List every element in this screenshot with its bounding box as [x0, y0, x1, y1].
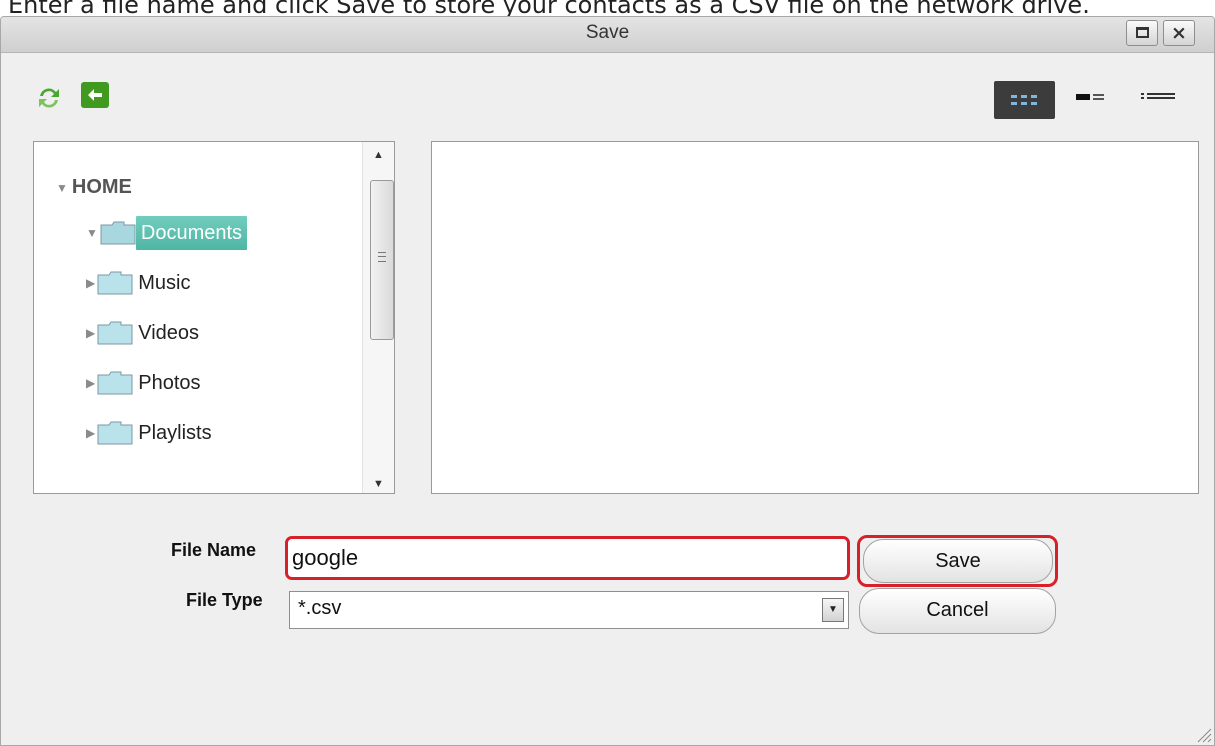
tree-item-label: Documents: [135, 216, 248, 250]
scroll-thumb[interactable]: [370, 180, 394, 340]
expanded-triangle-icon[interactable]: ▼: [56, 181, 68, 195]
file-name-label: File Name: [171, 540, 257, 560]
folder-icon: [97, 321, 133, 345]
save-button[interactable]: Save: [863, 539, 1053, 583]
back-arrow-icon[interactable]: [81, 82, 109, 108]
tree-item-music[interactable]: ▶ Music: [86, 266, 195, 302]
scroll-up-arrow-icon[interactable]: ▲: [363, 146, 394, 164]
collapsed-triangle-icon[interactable]: ▶: [86, 376, 95, 390]
save-dialog: Save × ▼ HOME ▼ Documents ▶ Music ▶ Vide…: [0, 16, 1215, 746]
resize-grip-icon[interactable]: [1194, 725, 1212, 743]
tree-root-label: HOME: [71, 176, 132, 199]
dropdown-arrow-icon[interactable]: ▼: [822, 598, 844, 622]
tree-item-documents[interactable]: ▼ Documents: [86, 216, 248, 252]
tree-item-label: Photos: [138, 372, 201, 394]
file-list-panel[interactable]: [431, 141, 1199, 494]
cancel-button[interactable]: Cancel: [859, 588, 1056, 634]
grid-view-icon[interactable]: [994, 81, 1055, 119]
collapsed-triangle-icon[interactable]: ▶: [86, 276, 95, 290]
tree-item-label: Videos: [138, 322, 200, 344]
folder-icon: [97, 371, 133, 395]
close-icon: ×: [1171, 22, 1187, 44]
maximize-icon: [1136, 27, 1149, 38]
close-button[interactable]: ×: [1163, 20, 1195, 46]
dialog-title: Save: [585, 22, 630, 43]
folder-icon: [97, 421, 133, 445]
folder-icon: [100, 221, 136, 245]
refresh-icon[interactable]: [36, 85, 62, 111]
file-type-select[interactable]: *.csv ▼: [289, 591, 849, 629]
scroll-grip-icon: [378, 252, 386, 262]
folder-icon: [97, 271, 133, 295]
tree-item-label: Music: [138, 272, 191, 294]
file-name-input[interactable]: google: [285, 536, 850, 580]
maximize-button[interactable]: [1126, 20, 1158, 46]
detail-view-icon[interactable]: [1069, 81, 1114, 119]
tree-item-playlists[interactable]: ▶ Playlists: [86, 416, 217, 452]
expanded-triangle-icon[interactable]: ▼: [86, 226, 98, 240]
tree-root-home[interactable]: ▼ HOME: [56, 176, 132, 199]
list-view-icon[interactable]: [1134, 81, 1184, 119]
scroll-down-arrow-icon[interactable]: ▼: [363, 475, 394, 493]
folder-tree[interactable]: ▼ HOME ▼ Documents ▶ Music ▶ Videos ▶ Pho…: [33, 141, 395, 494]
tree-item-videos[interactable]: ▶ Videos: [86, 316, 204, 352]
collapsed-triangle-icon[interactable]: ▶: [86, 326, 95, 340]
file-type-value: *.csv: [298, 597, 342, 619]
tree-item-photos[interactable]: ▶ Photos: [86, 366, 206, 402]
title-bar: Save ×: [1, 17, 1214, 53]
file-type-label: File Type: [186, 590, 263, 610]
collapsed-triangle-icon[interactable]: ▶: [86, 426, 95, 440]
tree-item-label: Playlists: [138, 422, 212, 444]
tree-scrollbar[interactable]: ▲ ▼: [362, 142, 394, 493]
